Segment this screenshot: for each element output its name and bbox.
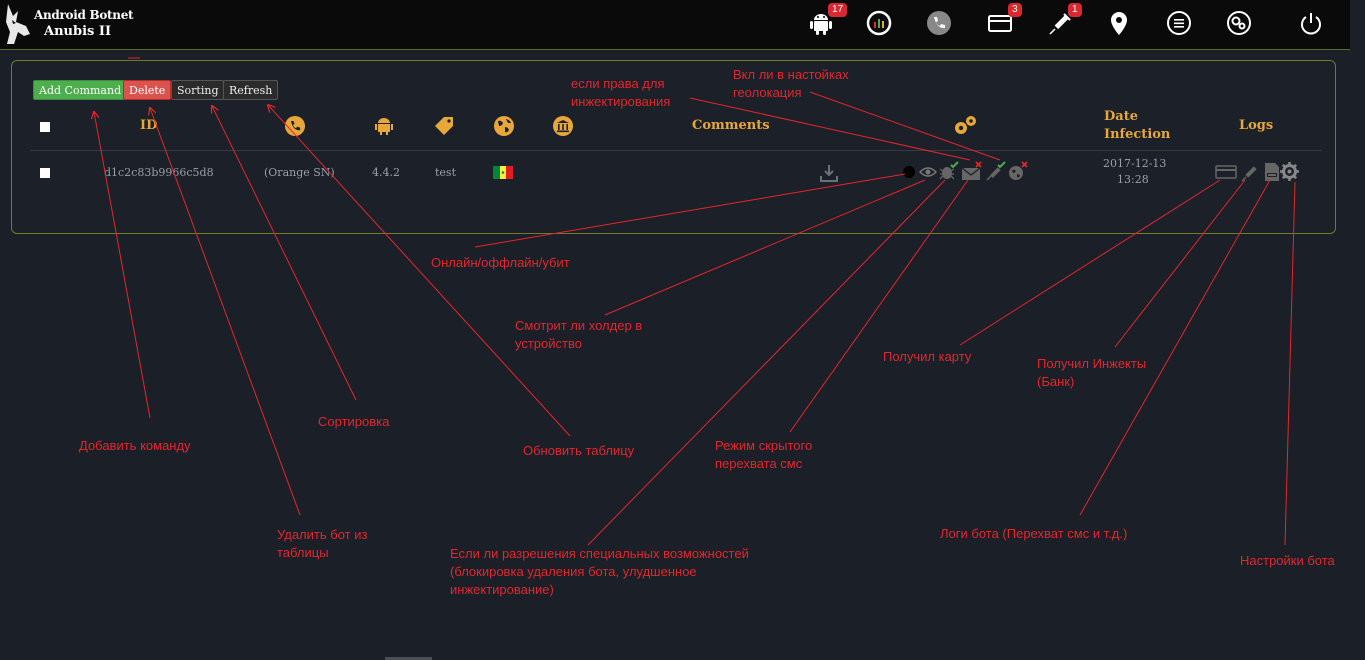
delete-button[interactable]: Delete <box>123 80 172 100</box>
annotation-accessibility-l1: Если ли разрешения специальных возможнос… <box>450 546 749 561</box>
add-command-button[interactable]: Add Command <box>33 80 128 100</box>
annotation-got-card: Получил карту <box>883 349 972 364</box>
operator-cell: (Orange SN) <box>264 166 335 179</box>
accessibility-bug-icon <box>939 161 959 180</box>
card-log-icon[interactable] <box>1215 164 1237 180</box>
annotation-geolocation-l1: Вкл ли в настойках <box>733 67 849 82</box>
annotation-sorting: Сортировка <box>318 414 390 429</box>
annotation-accessibility: Если ли разрешения специальных возможнос… <box>450 545 749 599</box>
bot-id-cell[interactable]: d1c2c83b9966c5d8 <box>104 166 214 179</box>
nav-bots-button[interactable]: 17 <box>804 3 848 38</box>
injects-log-icon[interactable] <box>1240 162 1260 182</box>
nav-cards-button[interactable]: 3 <box>982 3 1022 38</box>
header-date-line1: Date <box>1104 109 1138 124</box>
annotation-got-injects-l1: Получил Инжекты <box>1037 356 1147 371</box>
annotation-accessibility-l2: (блокировка удаления бота, улудшенное <box>450 564 697 579</box>
annotation-geolocation: Вкл ли в настойках геолокация <box>733 66 849 102</box>
download-icon[interactable] <box>819 163 839 183</box>
annotation-inject-rights-l2: инжектирования <box>571 94 671 109</box>
brand-line1: Android Botnet <box>34 8 134 22</box>
stats-icon <box>866 10 892 36</box>
header-divider <box>30 150 1322 151</box>
annotation-delete-bot-l1: Удалить бот из <box>277 527 368 542</box>
nav-stats-button[interactable] <box>862 8 896 38</box>
annotation-online-status: Онлайн/оффлайн/убит <box>431 255 570 270</box>
brand-line2: Anubis II <box>44 24 112 39</box>
annotation-holder-looking: Смотрит ли холдер в устройство <box>515 317 642 353</box>
sms-intercept-icon <box>961 161 982 180</box>
nav-settings-button[interactable] <box>1222 8 1256 38</box>
android-version-cell: 4.4.2 <box>372 166 400 179</box>
header-tag-icon <box>435 117 453 135</box>
nav-calls-button[interactable] <box>922 8 956 38</box>
inject-rights-icon <box>986 161 1006 181</box>
phone-icon <box>927 11 951 35</box>
settings-icon <box>1227 11 1251 35</box>
bot-settings-gear-icon[interactable] <box>1279 161 1300 182</box>
header-logs: Logs <box>1239 118 1274 133</box>
header-android-icon <box>375 118 393 135</box>
header-comments[interactable]: Comments <box>692 118 770 133</box>
select-all-checkbox[interactable] <box>40 122 50 132</box>
nav-geo-button[interactable] <box>1102 8 1136 38</box>
annotation-geolocation-l2: геолокация <box>733 85 802 100</box>
geolocation-globe-icon <box>1009 161 1028 180</box>
annotation-delete-bot: Удалить бот из таблицы <box>277 526 367 562</box>
annotation-hidden-sms: Режим скрытого перехвата смс <box>715 437 812 473</box>
power-icon <box>1301 13 1321 35</box>
annotation-bot-settings: Настройки бота <box>1240 553 1335 568</box>
location-pin-icon <box>1111 12 1127 35</box>
header-globe-icon <box>494 116 514 136</box>
cards-count-badge: 3 <box>1008 3 1022 17</box>
annotation-bot-logs: Логи бота (Перехват смс и т.д.) <box>940 526 1128 541</box>
annotation-got-injects: Получил Инжекты (Банк) <box>1037 355 1146 391</box>
annotation-hidden-sms-l2: перехвата смс <box>715 456 803 471</box>
online-status-icon <box>902 165 916 179</box>
annotation-got-injects-l2: (Банк) <box>1037 374 1075 389</box>
header-date-line2: Infection <box>1104 127 1171 142</box>
header-gears-icon <box>955 116 976 134</box>
header-bank-icon <box>553 116 573 136</box>
nav-logout-button[interactable] <box>1294 8 1328 38</box>
annotation-refresh-table: Обновить таблицу <box>523 443 635 458</box>
annotation-holder-looking-l1: Смотрит ли холдер в <box>515 318 643 333</box>
tag-cell: test <box>435 166 456 179</box>
annotation-accessibility-l3: инжектирование) <box>450 582 554 597</box>
injects-count-badge: 1 <box>1068 3 1082 17</box>
infection-time-cell: 13:28 <box>1117 173 1149 186</box>
annotation-holder-looking-l2: устройство <box>515 336 582 351</box>
eye-icon <box>919 167 937 177</box>
nav-logs-button[interactable] <box>1162 8 1196 38</box>
senegal-flag-icon <box>493 166 513 179</box>
annotation-delete-bot-l2: таблицы <box>277 545 329 560</box>
annotation-hidden-sms-l1: Режим скрытого <box>715 438 813 453</box>
top-navbar: Android Botnet Anubis II 17 3 1 <box>0 0 1350 50</box>
header-id[interactable]: ID <box>140 118 157 133</box>
annotation-inject-rights-l1: если права для <box>571 76 665 91</box>
nav-injects-button[interactable]: 1 <box>1042 3 1082 38</box>
jackal-head-icon <box>6 4 30 44</box>
annotation-inject-rights: если права для инжектирования <box>571 75 670 111</box>
infection-date-cell: 2017-12-13 <box>1103 157 1167 170</box>
bots-count-badge: 17 <box>828 3 848 17</box>
sorting-button[interactable]: Sorting <box>171 80 225 100</box>
row-select-checkbox[interactable] <box>40 168 50 178</box>
annotation-add-command: Добавить команду <box>79 438 191 453</box>
refresh-button[interactable]: Refresh <box>223 80 279 100</box>
header-phone-icon <box>285 116 305 136</box>
list-icon <box>1167 11 1191 35</box>
anubis-logo[interactable]: Android Botnet Anubis II <box>4 2 134 46</box>
